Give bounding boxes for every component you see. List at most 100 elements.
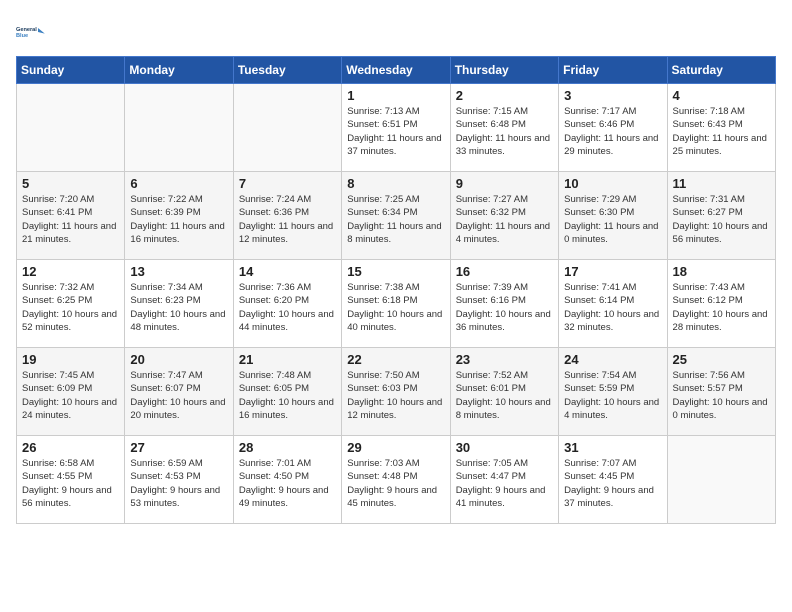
calendar-cell: 18 Sunrise: 7:43 AM Sunset: 6:12 PM Dayli… [667, 260, 775, 348]
day-detail: Sunrise: 7:48 AM Sunset: 6:05 PM Dayligh… [239, 369, 336, 422]
header-row: SundayMondayTuesdayWednesdayThursdayFrid… [17, 57, 776, 84]
day-number: 24 [564, 352, 661, 367]
day-detail: Sunrise: 6:59 AM Sunset: 4:53 PM Dayligh… [130, 457, 227, 510]
calendar-cell: 26 Sunrise: 6:58 AM Sunset: 4:55 PM Dayli… [17, 436, 125, 524]
calendar-cell: 14 Sunrise: 7:36 AM Sunset: 6:20 PM Dayli… [233, 260, 341, 348]
logo: GeneralBlue [16, 16, 48, 48]
day-number: 27 [130, 440, 227, 455]
day-number: 21 [239, 352, 336, 367]
day-detail: Sunrise: 7:18 AM Sunset: 6:43 PM Dayligh… [673, 105, 770, 158]
day-number: 1 [347, 88, 444, 103]
calendar-cell: 29 Sunrise: 7:03 AM Sunset: 4:48 PM Dayli… [342, 436, 450, 524]
day-number: 28 [239, 440, 336, 455]
day-detail: Sunrise: 7:13 AM Sunset: 6:51 PM Dayligh… [347, 105, 444, 158]
calendar-cell: 4 Sunrise: 7:18 AM Sunset: 6:43 PM Daylig… [667, 84, 775, 172]
calendar-cell [667, 436, 775, 524]
day-number: 9 [456, 176, 553, 191]
calendar-cell: 23Sunrise: 7:52 AM Sunset: 6:01 PM Dayli… [450, 348, 558, 436]
calendar-cell: 30Sunrise: 7:05 AM Sunset: 4:47 PM Dayli… [450, 436, 558, 524]
day-detail: Sunrise: 7:41 AM Sunset: 6:14 PM Dayligh… [564, 281, 661, 334]
day-header: Wednesday [342, 57, 450, 84]
calendar-cell: 17 Sunrise: 7:41 AM Sunset: 6:14 PM Dayli… [559, 260, 667, 348]
day-number: 11 [673, 176, 770, 191]
day-number: 22 [347, 352, 444, 367]
day-number: 18 [673, 264, 770, 279]
calendar-row: 5 Sunrise: 7:20 AM Sunset: 6:41 PM Daylig… [17, 172, 776, 260]
day-number: 15 [347, 264, 444, 279]
day-header: Sunday [17, 57, 125, 84]
calendar-cell: 20 Sunrise: 7:47 AM Sunset: 6:07 PM Dayli… [125, 348, 233, 436]
day-detail: Sunrise: 7:56 AM Sunset: 5:57 PM Dayligh… [673, 369, 770, 422]
calendar-cell: 9 Sunrise: 7:27 AM Sunset: 6:32 PM Daylig… [450, 172, 558, 260]
logo-icon: GeneralBlue [16, 16, 48, 48]
day-detail: Sunrise: 7:25 AM Sunset: 6:34 PM Dayligh… [347, 193, 444, 246]
day-detail: Sunrise: 7:47 AM Sunset: 6:07 PM Dayligh… [130, 369, 227, 422]
day-detail: Sunrise: 7:43 AM Sunset: 6:12 PM Dayligh… [673, 281, 770, 334]
day-number: 2 [456, 88, 553, 103]
day-number: 19 [22, 352, 119, 367]
day-detail: Sunrise: 7:03 AM Sunset: 4:48 PM Dayligh… [347, 457, 444, 510]
calendar-cell: 11 Sunrise: 7:31 AM Sunset: 6:27 PM Dayli… [667, 172, 775, 260]
calendar-cell: 12 Sunrise: 7:32 AM Sunset: 6:25 PM Dayli… [17, 260, 125, 348]
day-number: 10 [564, 176, 661, 191]
calendar-cell: 5 Sunrise: 7:20 AM Sunset: 6:41 PM Daylig… [17, 172, 125, 260]
day-detail: Sunrise: 7:15 AM Sunset: 6:48 PM Dayligh… [456, 105, 553, 158]
day-number: 29 [347, 440, 444, 455]
calendar-cell [125, 84, 233, 172]
calendar-cell: 25 Sunrise: 7:56 AM Sunset: 5:57 PM Dayli… [667, 348, 775, 436]
day-number: 6 [130, 176, 227, 191]
day-detail: Sunrise: 7:45 AM Sunset: 6:09 PM Dayligh… [22, 369, 119, 422]
calendar-cell: 1 Sunrise: 7:13 AM Sunset: 6:51 PM Daylig… [342, 84, 450, 172]
day-number: 17 [564, 264, 661, 279]
day-number: 23 [456, 352, 553, 367]
day-number: 5 [22, 176, 119, 191]
day-header: Thursday [450, 57, 558, 84]
day-detail: Sunrise: 7:22 AM Sunset: 6:39 PM Dayligh… [130, 193, 227, 246]
calendar-cell: 15 Sunrise: 7:38 AM Sunset: 6:18 PM Dayli… [342, 260, 450, 348]
day-number: 16 [456, 264, 553, 279]
day-number: 14 [239, 264, 336, 279]
calendar-cell: 10 Sunrise: 7:29 AM Sunset: 6:30 PM Dayli… [559, 172, 667, 260]
day-detail: Sunrise: 7:31 AM Sunset: 6:27 PM Dayligh… [673, 193, 770, 246]
day-detail: Sunrise: 7:32 AM Sunset: 6:25 PM Dayligh… [22, 281, 119, 334]
calendar-row: 1 Sunrise: 7:13 AM Sunset: 6:51 PM Daylig… [17, 84, 776, 172]
calendar-row: 26 Sunrise: 6:58 AM Sunset: 4:55 PM Dayli… [17, 436, 776, 524]
calendar-cell: 13 Sunrise: 7:34 AM Sunset: 6:23 PM Dayli… [125, 260, 233, 348]
calendar-cell: 28Sunrise: 7:01 AM Sunset: 4:50 PM Dayli… [233, 436, 341, 524]
calendar-cell: 31Sunrise: 7:07 AM Sunset: 4:45 PM Dayli… [559, 436, 667, 524]
svg-text:Blue: Blue [16, 33, 28, 39]
calendar-cell [233, 84, 341, 172]
calendar-cell: 21 Sunrise: 7:48 AM Sunset: 6:05 PM Dayli… [233, 348, 341, 436]
day-header: Friday [559, 57, 667, 84]
calendar-cell: 6 Sunrise: 7:22 AM Sunset: 6:39 PM Daylig… [125, 172, 233, 260]
day-detail: Sunrise: 7:29 AM Sunset: 6:30 PM Dayligh… [564, 193, 661, 246]
calendar-cell: 3Sunrise: 7:17 AM Sunset: 6:46 PM Daylig… [559, 84, 667, 172]
day-header: Monday [125, 57, 233, 84]
day-number: 12 [22, 264, 119, 279]
day-number: 7 [239, 176, 336, 191]
day-detail: Sunrise: 7:39 AM Sunset: 6:16 PM Dayligh… [456, 281, 553, 334]
day-number: 31 [564, 440, 661, 455]
day-detail: Sunrise: 7:38 AM Sunset: 6:18 PM Dayligh… [347, 281, 444, 334]
calendar-row: 19 Sunrise: 7:45 AM Sunset: 6:09 PM Dayli… [17, 348, 776, 436]
day-number: 4 [673, 88, 770, 103]
day-number: 25 [673, 352, 770, 367]
day-detail: Sunrise: 7:36 AM Sunset: 6:20 PM Dayligh… [239, 281, 336, 334]
day-detail: Sunrise: 7:34 AM Sunset: 6:23 PM Dayligh… [130, 281, 227, 334]
day-detail: Sunrise: 7:27 AM Sunset: 6:32 PM Dayligh… [456, 193, 553, 246]
day-detail: Sunrise: 7:54 AM Sunset: 5:59 PM Dayligh… [564, 369, 661, 422]
day-detail: Sunrise: 7:50 AM Sunset: 6:03 PM Dayligh… [347, 369, 444, 422]
calendar-cell: 16 Sunrise: 7:39 AM Sunset: 6:16 PM Dayli… [450, 260, 558, 348]
day-header: Tuesday [233, 57, 341, 84]
day-number: 3 [564, 88, 661, 103]
calendar-cell: 7Sunrise: 7:24 AM Sunset: 6:36 PM Daylig… [233, 172, 341, 260]
day-number: 30 [456, 440, 553, 455]
day-number: 20 [130, 352, 227, 367]
day-number: 8 [347, 176, 444, 191]
day-detail: Sunrise: 7:20 AM Sunset: 6:41 PM Dayligh… [22, 193, 119, 246]
calendar-cell: 22 Sunrise: 7:50 AM Sunset: 6:03 PM Dayli… [342, 348, 450, 436]
day-header: Saturday [667, 57, 775, 84]
day-detail: Sunrise: 6:58 AM Sunset: 4:55 PM Dayligh… [22, 457, 119, 510]
day-number: 13 [130, 264, 227, 279]
day-number: 26 [22, 440, 119, 455]
